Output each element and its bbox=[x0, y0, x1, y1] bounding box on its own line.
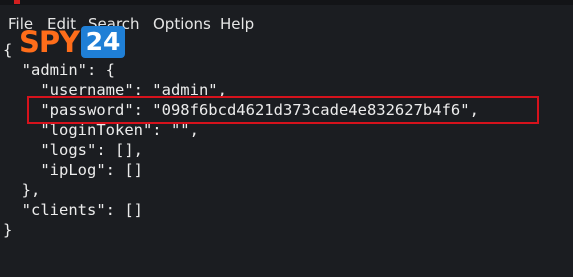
code-line: }, bbox=[3, 181, 41, 199]
code-line: "admin": { bbox=[3, 61, 115, 79]
menu-help[interactable]: Help bbox=[220, 15, 254, 33]
code-line: "clients": [] bbox=[3, 201, 143, 219]
logo-brand-number: 24 bbox=[85, 27, 121, 56]
code-line: "logs": [], bbox=[3, 141, 143, 159]
text-editor-area[interactable]: { "admin": { "username": "admin", "passw… bbox=[0, 39, 573, 277]
password-highlight-box bbox=[27, 96, 539, 124]
logo-brand-text: SPY bbox=[19, 25, 80, 59]
spy24-watermark-logo: SPY 24 bbox=[19, 26, 125, 58]
code-line: "ipLog": [] bbox=[3, 161, 143, 179]
code-line: { bbox=[3, 41, 13, 59]
logo-number-badge: 24 bbox=[81, 26, 125, 58]
code-line: } bbox=[3, 221, 13, 239]
menu-options[interactable]: Options bbox=[153, 15, 211, 33]
window-edge-marker bbox=[14, 0, 20, 4]
